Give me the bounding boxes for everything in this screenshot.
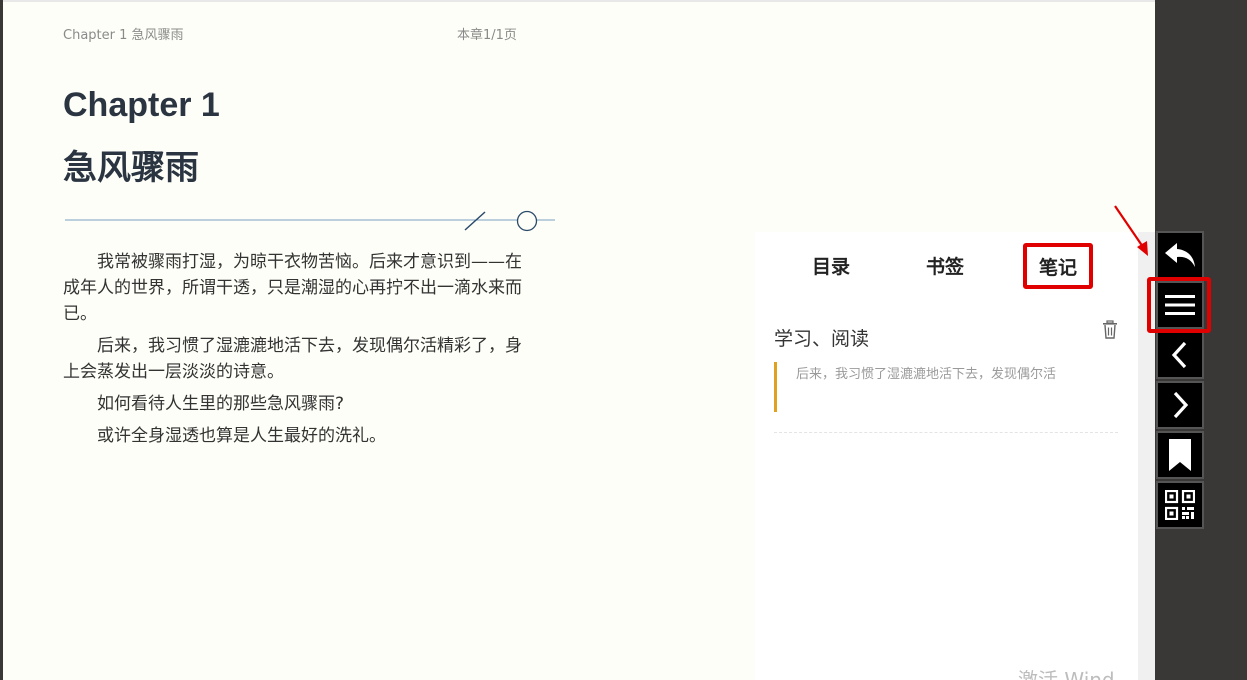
menu-button[interactable]: [1156, 281, 1204, 329]
annotation-arrow-icon: [1114, 205, 1148, 256]
chevron-left-icon: [1171, 341, 1187, 369]
menu-icon: [1165, 295, 1195, 315]
tab-bookmarks[interactable]: 书签: [926, 252, 964, 279]
chevron-right-icon: [1173, 391, 1189, 419]
next-page-button[interactable]: [1156, 381, 1204, 429]
qr-code-button[interactable]: [1156, 481, 1204, 529]
paragraph: 后来，我习惯了湿漉漉地活下去，发现偶尔活精彩了，身上会蒸发出一层淡淡的诗意。: [63, 336, 522, 382]
tab-notes[interactable]: 笔记: [1023, 243, 1093, 289]
chapter-title: Chapter 1: [63, 86, 220, 124]
back-arrow-icon: [1165, 243, 1195, 267]
panel-gutter: [1138, 232, 1155, 680]
prev-page-button[interactable]: [1156, 331, 1204, 379]
os-watermark: 激活 Wind: [1018, 668, 1115, 680]
quote-bar: [774, 362, 777, 412]
note-quote[interactable]: 后来，我习惯了湿漉漉地活下去，发现偶尔活: [796, 363, 1056, 382]
page-indicator: 本章1/1页: [457, 28, 517, 43]
note-title: 学习、阅读: [774, 328, 870, 350]
side-panel: 目录 书签 笔记 学习、阅读 后来，我习惯了湿漉漉地活下去，发现偶尔活 激活 W…: [755, 232, 1138, 680]
trash-icon[interactable]: [1101, 320, 1119, 340]
reader-toolbar: [1156, 231, 1204, 531]
chapter-subtitle: 急风骤雨: [63, 148, 199, 188]
paragraph: 如何看待人生里的那些急风骤雨?: [97, 394, 345, 414]
tab-notes-label: 笔记: [1038, 256, 1077, 279]
chapter-body: 我常被骤雨打湿，为晾干衣物苦恼。后来才意识到——在成年人的世界，所谓干透，只是潮…: [63, 249, 523, 455]
bookmark-button[interactable]: [1156, 431, 1204, 479]
back-button[interactable]: [1156, 231, 1204, 279]
title-divider-ornament: [65, 210, 555, 232]
paragraph: 我常被骤雨打湿，为晾干衣物苦恼。后来才意识到——在成年人的世界，所谓干透，只是潮…: [63, 252, 522, 324]
qr-code-icon: [1165, 490, 1195, 520]
bookmark-icon: [1169, 439, 1191, 471]
paragraph: 或许全身湿透也算是人生最好的洗礼。: [97, 426, 386, 446]
chapter-breadcrumb: Chapter 1 急风骤雨: [63, 28, 184, 43]
note-separator: [774, 432, 1118, 433]
tab-toc[interactable]: 目录: [812, 252, 850, 279]
